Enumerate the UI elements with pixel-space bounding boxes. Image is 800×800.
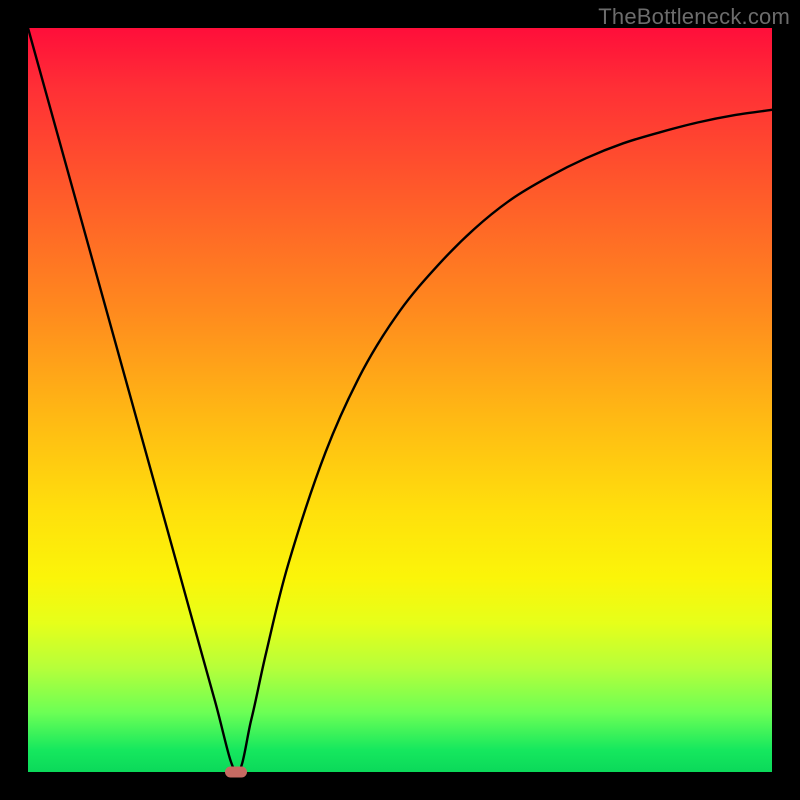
plot-area: [28, 28, 772, 772]
bottleneck-curve: [28, 28, 772, 772]
curve-layer: [28, 28, 772, 772]
chart-frame: TheBottleneck.com: [0, 0, 800, 800]
watermark-text: TheBottleneck.com: [598, 4, 790, 30]
optimal-marker: [225, 767, 247, 778]
